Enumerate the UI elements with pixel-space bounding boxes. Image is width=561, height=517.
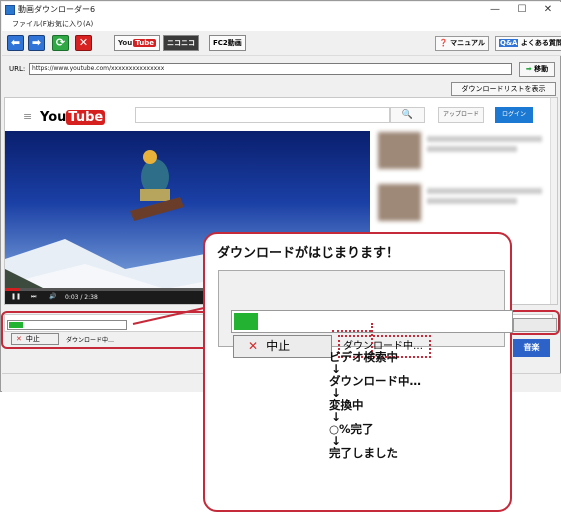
status-steps: ビデオ検索中 ↓ ダウンロード中… ↓ 変換中 ↓ ○%完了 ↓ 完了しました (329, 351, 421, 460)
dotted-connector (332, 330, 371, 332)
zoomed-progress-fill (234, 313, 258, 330)
zoomed-cancel-label: 中止 (266, 339, 291, 353)
zoomed-cancel-button[interactable]: ✕ 中止 (233, 335, 332, 358)
step-1: ビデオ検索中 (329, 350, 398, 364)
step-4: ○%完了 (329, 422, 374, 436)
callout-heading: ダウンロードがはじまります！ (217, 246, 400, 261)
zoomed-download-panel: ✕ 中止 ダウンロード中… (218, 270, 513, 358)
step-3: 変換中 (329, 398, 364, 412)
x-icon: ✕ (248, 339, 259, 353)
explanation-callout: ダウンロードがはじまります！ ✕ 中止 ダウンロード中… ビデオ検索中 ↓ ダウン… (203, 232, 513, 512)
step-2: ダウンロード中… (329, 374, 421, 388)
step-5: 完了しました (329, 446, 398, 460)
